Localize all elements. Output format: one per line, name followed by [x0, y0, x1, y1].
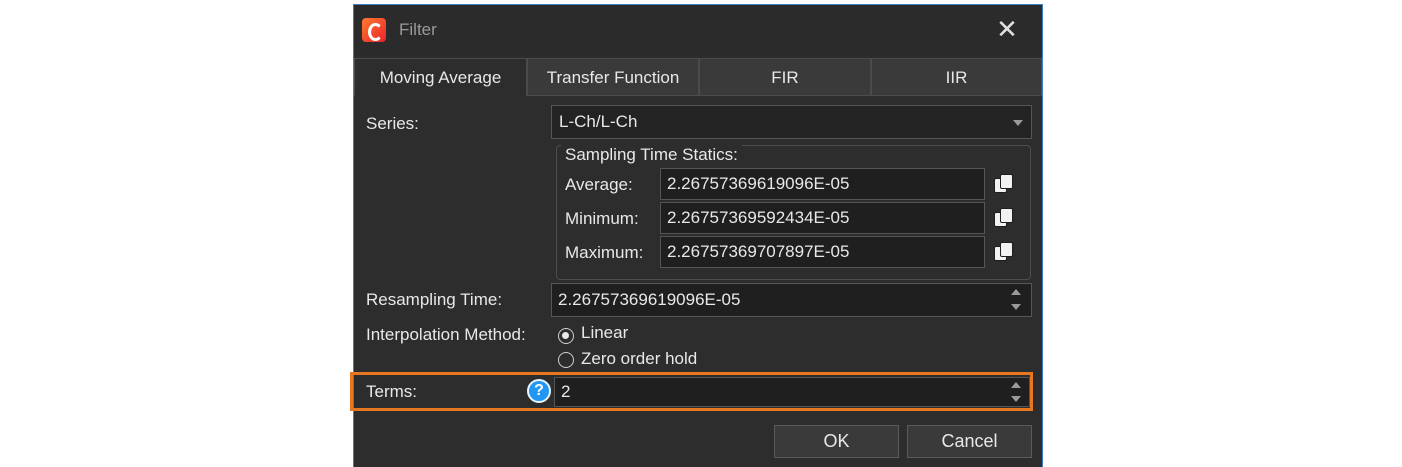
series-value: L-Ch/L-Ch: [559, 112, 638, 131]
tab-bar: Moving Average Transfer Function FIR IIR: [354, 58, 1042, 96]
radio-zero-order-hold[interactable]: [558, 352, 574, 368]
title-bar: Filter ✕: [354, 5, 1042, 55]
maximum-field[interactable]: 2.26757369707897E-05: [660, 236, 985, 268]
maximum-label: Maximum:: [565, 243, 644, 262]
resampling-value: 2.26757369619096E-05: [558, 290, 741, 309]
tab-transfer-function[interactable]: Transfer Function: [527, 58, 699, 96]
tab-iir[interactable]: IIR: [871, 58, 1042, 96]
minimum-field[interactable]: 2.26757369592434E-05: [660, 202, 985, 234]
radio-linear[interactable]: [558, 328, 574, 344]
zero-order-hold-label: Zero order hold: [581, 349, 698, 368]
resampling-label: Resampling Time:: [366, 290, 503, 309]
average-field[interactable]: 2.26757369619096E-05: [660, 168, 985, 200]
series-select[interactable]: L-Ch/L-Ch: [551, 105, 1032, 139]
tab-moving-average[interactable]: Moving Average: [354, 58, 527, 96]
resampling-spinbox[interactable]: 2.26757369619096E-05: [551, 283, 1032, 317]
interpolation-label: Interpolation Method:: [366, 325, 526, 344]
ok-button[interactable]: OK: [774, 425, 899, 458]
tab-fir[interactable]: FIR: [699, 58, 871, 96]
copy-icon[interactable]: [992, 242, 1013, 262]
spin-up-icon[interactable]: [1011, 289, 1021, 295]
series-label: Series:: [366, 114, 419, 133]
copy-icon[interactable]: [992, 208, 1013, 228]
average-label: Average:: [565, 175, 633, 194]
copy-icon[interactable]: [992, 174, 1013, 194]
app-logo-icon: [362, 18, 386, 42]
window-title: Filter: [399, 20, 437, 39]
spin-down-icon[interactable]: [1011, 304, 1021, 310]
close-icon[interactable]: ✕: [992, 15, 1022, 45]
chevron-down-icon: [1013, 120, 1023, 126]
cancel-button[interactable]: Cancel: [907, 425, 1032, 458]
terms-highlight-frame: [350, 372, 1033, 411]
linear-label: Linear: [581, 323, 629, 342]
sampling-group-title: Sampling Time Statics:: [561, 145, 742, 165]
minimum-label: Minimum:: [565, 209, 639, 228]
